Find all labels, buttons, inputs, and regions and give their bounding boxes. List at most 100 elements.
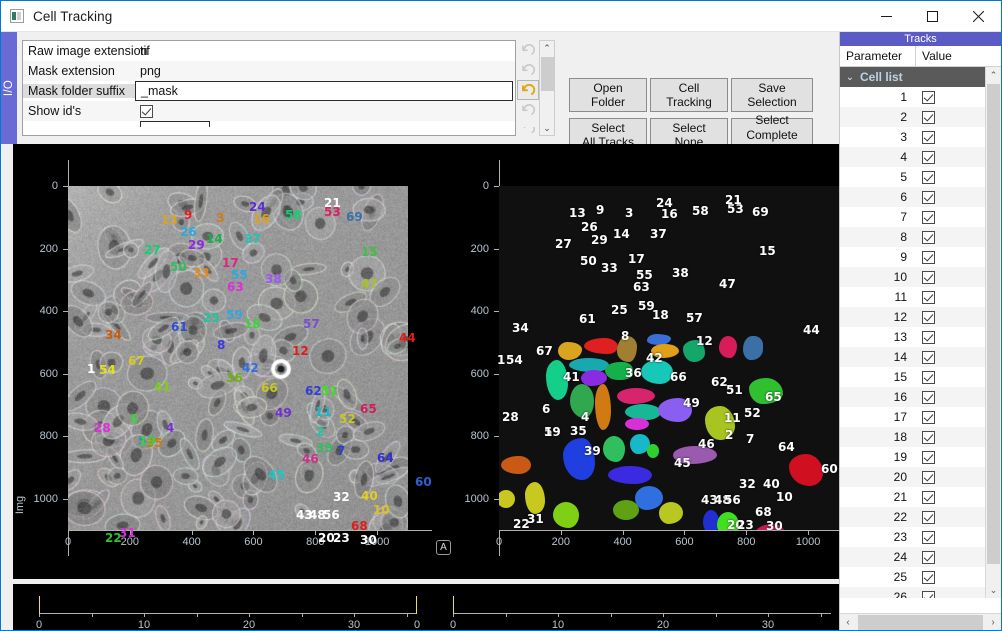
timeline-end-marker[interactable]	[416, 596, 417, 614]
property-row-show-ids[interactable]: Show id's	[23, 101, 515, 121]
track-checkbox[interactable]	[922, 431, 935, 444]
mask-blob-33[interactable]	[595, 384, 611, 430]
table-row[interactable]: 25	[840, 567, 986, 587]
mask-label-1[interactable]: 1	[497, 354, 505, 366]
mask-label-10[interactable]: 10	[776, 491, 793, 503]
property-row-raw-image-extension[interactable]: Raw image extension tif	[23, 41, 515, 61]
mask-label-12[interactable]: 12	[696, 335, 713, 347]
cell-label-21[interactable]: 21	[324, 197, 341, 209]
cell-label-1[interactable]: 1	[87, 363, 95, 375]
table-row[interactable]: 8	[840, 227, 986, 247]
mask-label-13[interactable]: 13	[569, 207, 586, 219]
timeline-position-marker[interactable]	[39, 596, 40, 614]
table-row[interactable]: 4	[840, 147, 986, 167]
table-row[interactable]: 12	[840, 307, 986, 327]
mask-label-57[interactable]: 57	[686, 312, 703, 324]
cell-label-16[interactable]: 16	[253, 213, 270, 225]
track-checkbox[interactable]	[922, 231, 935, 244]
mask-label-34[interactable]: 34	[512, 322, 529, 334]
track-checkbox[interactable]	[922, 191, 935, 204]
track-checkbox[interactable]	[922, 111, 935, 124]
mask-label-49[interactable]: 49	[683, 397, 700, 409]
table-row[interactable]: 6	[840, 187, 986, 207]
mask-label-58[interactable]: 58	[692, 205, 709, 217]
track-checkbox[interactable]	[922, 371, 935, 384]
mask-blob-53[interactable]	[719, 336, 737, 358]
table-row[interactable]: 11	[840, 287, 986, 307]
cell-label-15[interactable]: 15	[361, 246, 378, 258]
mask-blob-34[interactable]	[501, 456, 531, 474]
tracks-vertical-scrollbar[interactable]: ⌃ ⌄	[985, 67, 1001, 598]
mask-label-54[interactable]: 54	[506, 354, 523, 366]
mask-label-50[interactable]: 50	[580, 255, 597, 267]
cell-label-10[interactable]: 10	[373, 504, 390, 516]
table-row[interactable]: 26	[840, 587, 986, 598]
column-header-parameter[interactable]: Parameter	[840, 46, 916, 66]
mask-label-15[interactable]: 15	[759, 245, 776, 257]
track-checkbox[interactable]	[922, 551, 935, 564]
mask-label-65[interactable]: 65	[765, 391, 782, 403]
cell-label-45[interactable]: 45	[268, 469, 285, 481]
mask-label-6[interactable]: 6	[542, 403, 550, 415]
table-row[interactable]: 3	[840, 127, 986, 147]
cell-label-44[interactable]: 44	[399, 332, 416, 344]
table-row[interactable]: 7	[840, 207, 986, 227]
scrollbar-thumb[interactable]	[541, 57, 555, 91]
track-checkbox[interactable]	[922, 351, 935, 364]
track-checkbox[interactable]	[922, 391, 935, 404]
cell-label-49[interactable]: 49	[275, 407, 292, 419]
cell-label-54[interactable]: 54	[99, 364, 116, 376]
property-row-mask-folder-suffix[interactable]: Mask folder suffix _mask	[23, 81, 515, 101]
mask-label-8[interactable]: 8	[621, 330, 629, 342]
cell-label-7[interactable]: 7	[337, 445, 345, 457]
mask-plot[interactable]: 0 200 400 600 800 1000 0 200 400 600 800 1000 13 9 3 2…	[463, 144, 839, 579]
mask-label-16[interactable]: 16	[661, 208, 678, 220]
track-checkbox[interactable]	[922, 211, 935, 224]
track-checkbox[interactable]	[922, 571, 935, 584]
table-row[interactable]: 2	[840, 107, 986, 127]
save-selection-button[interactable]: Save Selection	[731, 78, 813, 112]
mask-label-30[interactable]: 30	[766, 520, 783, 532]
mask-blob-55[interactable]	[625, 404, 661, 420]
reset-partial-button[interactable]	[517, 120, 539, 140]
mask-blob-25[interactable]	[603, 436, 625, 462]
cell-label-51[interactable]: 51	[321, 385, 338, 397]
left-timeline-slider[interactable]: 0 10 20 30 0	[13, 588, 425, 631]
cell-label-37[interactable]: 37	[244, 233, 261, 245]
mask-label-23[interactable]: 23	[737, 519, 754, 531]
mask-blob-13[interactable]	[558, 342, 582, 360]
table-row[interactable]: 9	[840, 247, 986, 267]
mask-label-31[interactable]: 31	[527, 513, 544, 525]
cell-label-68[interactable]: 68	[351, 520, 368, 532]
cell-label-56[interactable]: 56	[323, 509, 340, 521]
mask-label-32[interactable]: 32	[739, 478, 756, 490]
cell-label-63[interactable]: 63	[227, 281, 244, 293]
table-row[interactable]: 5	[840, 167, 986, 187]
cell-label-38[interactable]: 38	[265, 273, 282, 285]
cell-label-46[interactable]: 46	[302, 453, 319, 465]
cell-label-6[interactable]: 6	[130, 413, 138, 425]
cell-label-30[interactable]: 30	[360, 534, 377, 546]
mask-blob-41[interactable]	[553, 502, 579, 528]
mask-label-68[interactable]: 68	[755, 506, 772, 518]
cell-label-28[interactable]: 28	[94, 422, 111, 434]
scroll-up-icon[interactable]: ⌃	[986, 67, 1001, 83]
track-checkbox[interactable]	[922, 591, 935, 598]
table-row[interactable]: 21	[840, 487, 986, 507]
track-checkbox[interactable]	[922, 531, 935, 544]
mask-label-64[interactable]: 64	[778, 441, 795, 453]
cell-label-36[interactable]: 36	[226, 372, 243, 384]
mask-blob-66[interactable]	[659, 502, 683, 524]
mask-label-63[interactable]: 63	[633, 281, 650, 293]
cell-label-65[interactable]: 65	[360, 403, 377, 415]
mask-label-52[interactable]: 52	[744, 407, 761, 419]
timeline-position-marker[interactable]	[453, 596, 454, 614]
cell-label-8[interactable]: 8	[217, 339, 225, 351]
cell-label-2[interactable]: 2	[316, 426, 324, 438]
cell-label-27[interactable]: 27	[144, 244, 161, 256]
scroll-down-icon[interactable]: ⌄	[540, 121, 554, 135]
minimize-button[interactable]	[863, 1, 909, 32]
cell-label-47[interactable]: 47	[361, 278, 378, 290]
mask-blob-36[interactable]	[613, 500, 639, 520]
cell-label-40[interactable]: 40	[361, 490, 378, 502]
